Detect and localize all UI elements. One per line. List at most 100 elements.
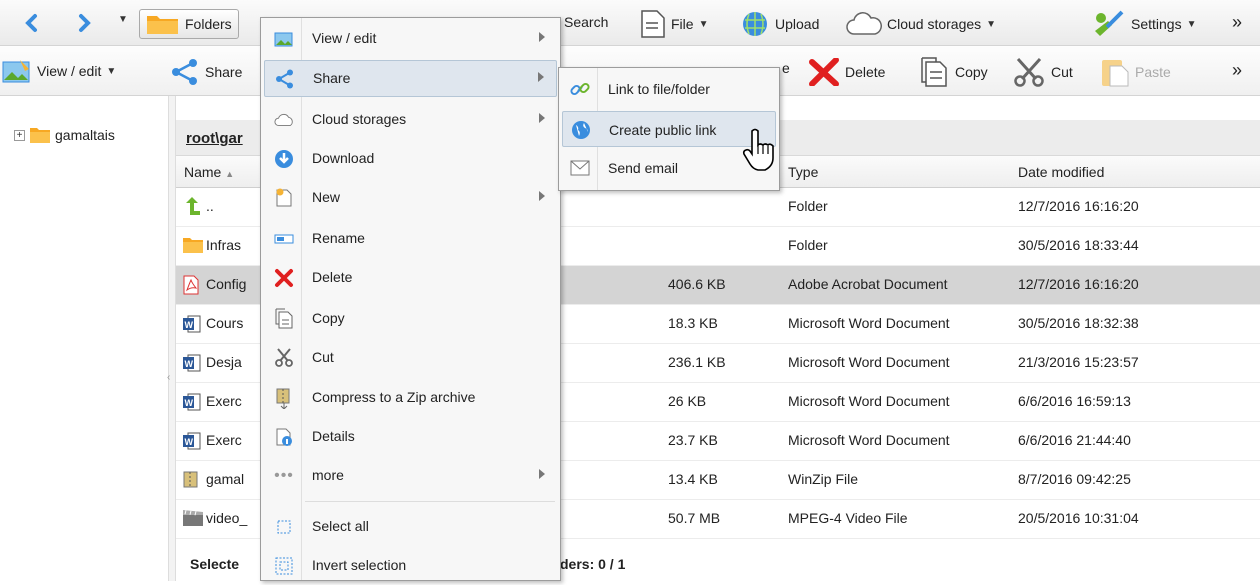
file-label: File (671, 16, 694, 32)
toolbar-partial-label: e (782, 60, 790, 76)
globe-icon (571, 120, 591, 140)
menu-item-download[interactable]: Download (264, 141, 557, 178)
column-header-name[interactable]: Name ▲ (184, 164, 234, 180)
folders-label: Folders (185, 16, 232, 32)
globe-upload-icon (743, 12, 767, 36)
file-size: 13.4 KB (668, 471, 718, 487)
more-dots-icon: ••• (274, 467, 294, 484)
video-icon (182, 509, 204, 530)
folder-icon (182, 236, 204, 257)
file-date: 6/6/2016 16:59:13 (1018, 393, 1131, 409)
menu-item-compress[interactable]: Compress to a Zip archive (264, 380, 557, 417)
forward-button[interactable] (74, 13, 94, 33)
toolbar-overflow-button[interactable]: » (1232, 12, 1242, 33)
invert-selection-icon (274, 556, 294, 576)
new-file-icon (274, 188, 294, 208)
file-size: 23.7 KB (668, 432, 718, 448)
file-type: Microsoft Word Document (788, 432, 950, 448)
share-icon (172, 59, 197, 85)
file-date: 8/7/2016 09:42:25 (1018, 471, 1131, 487)
delete-button[interactable]: Delete (808, 58, 885, 86)
menu-item-select-all[interactable]: Select all (264, 509, 557, 546)
file-name: Exerc (206, 393, 242, 409)
back-button[interactable] (22, 13, 42, 33)
column-header-type[interactable]: Type (788, 164, 818, 180)
file-size: 236.1 KB (668, 354, 726, 370)
up-arrow-icon (182, 197, 202, 220)
folders-button[interactable]: Folders (139, 9, 239, 39)
file-type: Folder (788, 237, 828, 253)
search-button[interactable]: Search (564, 14, 608, 30)
menu-item-copy[interactable]: Copy (264, 301, 557, 338)
svg-text:W: W (185, 437, 194, 447)
upload-button[interactable]: Upload (740, 10, 819, 38)
view-edit-label: View / edit (37, 63, 102, 79)
toolbar-overflow-button[interactable]: » (1232, 60, 1242, 81)
details-icon (274, 427, 294, 447)
history-dropdown[interactable]: ▼ (118, 14, 128, 25)
column-header-date[interactable]: Date modified (1018, 164, 1104, 180)
file-type: WinZip File (788, 471, 859, 487)
zip-icon (182, 470, 200, 493)
file-type: Microsoft Word Document (788, 315, 950, 331)
menu-item-view-edit[interactable]: View / edit (264, 21, 557, 58)
file-date: 30/5/2016 18:33:44 (1018, 237, 1139, 253)
delete-x-icon (809, 58, 839, 86)
menu-item-details[interactable]: Details (264, 419, 557, 456)
file-size: 26 KB (668, 393, 707, 409)
pane-splitter[interactable]: ‹ (167, 96, 176, 581)
file-type: Microsoft Word Document (788, 354, 950, 370)
menu-item-invert-selection[interactable]: Invert selection (264, 548, 557, 585)
submenu-arrow-icon (539, 32, 545, 42)
context-menu: View / edit Share Cloud storages Downloa… (260, 17, 561, 581)
view-edit-button[interactable]: View / edit ▼ (2, 58, 116, 84)
file-size: 50.7 MB (668, 510, 721, 526)
expand-icon[interactable]: + (14, 129, 25, 141)
menu-item-cloud-storages[interactable]: Cloud storages (264, 102, 557, 139)
submenu-item-link-to-file[interactable]: Link to file/folder (562, 71, 776, 107)
paste-button[interactable]: Paste (1100, 56, 1171, 88)
word-icon: W (182, 314, 202, 337)
settings-button[interactable]: Settings ▼ (1092, 9, 1197, 39)
chevron-down-icon: ▼ (698, 18, 709, 30)
status-left: Selecte (190, 556, 240, 572)
menu-item-delete[interactable]: Delete (264, 260, 557, 297)
cut-button[interactable]: Cut (1012, 57, 1073, 87)
share-button[interactable]: Share (170, 58, 242, 86)
cloud-icon (274, 110, 294, 130)
cut-label: Cut (1051, 64, 1073, 80)
word-icon: W (182, 431, 202, 454)
file-name: Config (206, 276, 247, 292)
hand-cursor-icon (742, 128, 774, 171)
svg-text:W: W (185, 359, 194, 369)
select-all-icon (274, 517, 294, 537)
link-icon (570, 79, 590, 99)
path-text[interactable]: root\gar (186, 130, 243, 147)
paste-icon (1102, 60, 1129, 87)
menu-item-cut[interactable]: Cut (264, 340, 557, 377)
copy-label: Copy (955, 64, 988, 80)
file-date: 12/7/2016 16:16:20 (1018, 276, 1139, 292)
cloud-storages-button[interactable]: Cloud storages ▼ (846, 11, 996, 37)
folder-icon (147, 16, 178, 34)
search-label: Search (564, 14, 609, 30)
share-icon (275, 69, 295, 89)
pdf-icon (182, 275, 200, 298)
scissors-icon (1014, 57, 1044, 87)
file-menu-button[interactable]: File ▼ (640, 9, 708, 39)
menu-item-more[interactable]: ••• more (264, 458, 557, 495)
tree-node-root[interactable]: + gamaltais (14, 126, 115, 144)
copy-button[interactable]: Copy (918, 56, 988, 88)
main-toolbar: ▼ Folders Search File ▼ Upload Cloud sto… (0, 0, 1260, 46)
file-date: 6/6/2016 21:44:40 (1018, 432, 1131, 448)
chevron-down-icon: ▼ (118, 14, 128, 25)
submenu-arrow-icon (539, 113, 545, 123)
menu-item-rename[interactable]: Rename (264, 221, 557, 258)
svg-text:W: W (185, 320, 194, 330)
menu-item-share[interactable]: Share (264, 60, 557, 97)
file-size: 406.6 KB (668, 276, 726, 292)
chevron-down-icon: ▼ (1186, 18, 1197, 30)
menu-item-new[interactable]: New (264, 180, 557, 217)
word-icon: W (182, 353, 202, 376)
submenu-arrow-icon (539, 191, 545, 201)
